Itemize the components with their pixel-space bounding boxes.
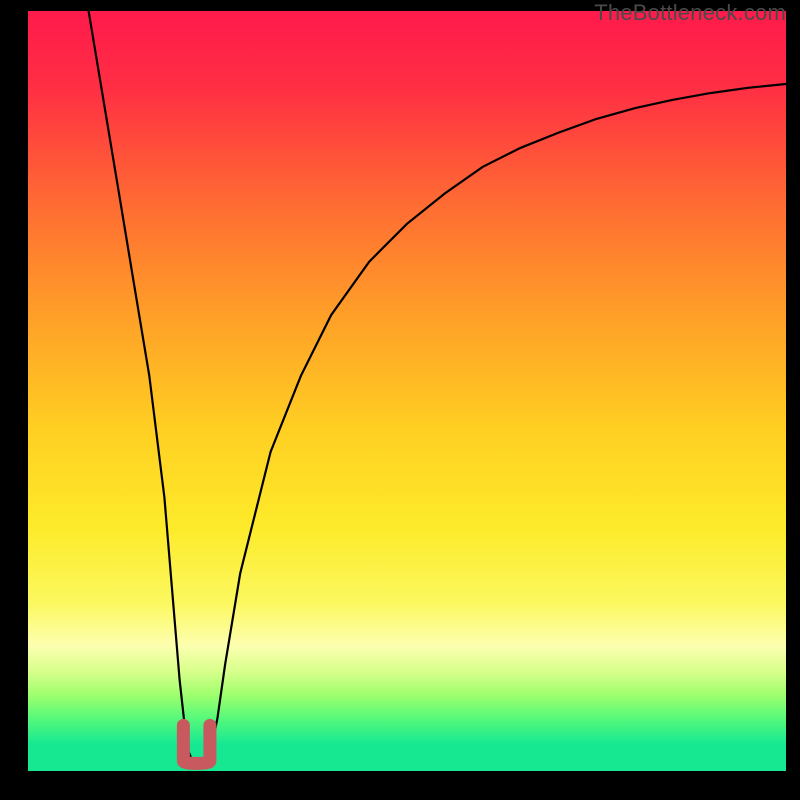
chart-background: [28, 11, 786, 771]
watermark-text: TheBottleneck.com: [594, 0, 786, 26]
bottleneck-chart: [28, 11, 786, 771]
chart-frame: [28, 11, 786, 771]
